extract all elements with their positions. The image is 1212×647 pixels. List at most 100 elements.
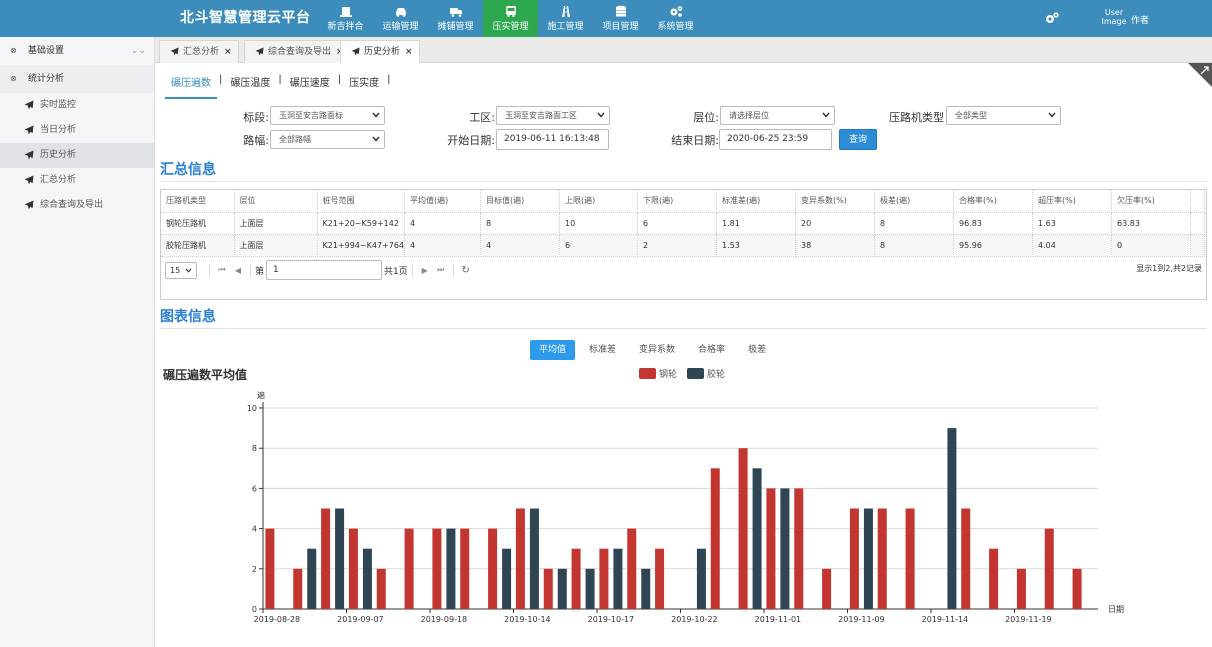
bar-rubber[interactable] bbox=[362, 548, 372, 609]
query-button[interactable]: 查询 bbox=[839, 129, 877, 150]
table-row[interactable]: 钢轮压路机 上面层 K21+20~K59+142 4 8 10 6 1.81 20 8 96.83 1… bbox=[161, 212, 1205, 235]
nav-item-1[interactable]: 新吉拌合 bbox=[318, 0, 373, 37]
column-header[interactable]: 层位 bbox=[234, 190, 318, 213]
end-date-input[interactable]: 2020-06-25 23:59 bbox=[719, 129, 832, 150]
close-icon[interactable]: × bbox=[405, 47, 413, 57]
bar-steel[interactable] bbox=[849, 508, 859, 610]
column-header[interactable]: 变异系数(%) bbox=[795, 190, 875, 213]
bar-steel[interactable] bbox=[1016, 568, 1026, 609]
table-row[interactable]: 胶轮压路机 上面层 K21+994~K47+764 4 4 6 2 1.53 38 8 95.96 4… bbox=[161, 234, 1205, 257]
roller-type-select[interactable]: 全部类型 bbox=[946, 106, 1061, 125]
bar-rubber[interactable] bbox=[641, 568, 651, 609]
bar-steel[interactable] bbox=[655, 548, 665, 609]
bar-steel[interactable] bbox=[738, 448, 748, 609]
bar-steel[interactable] bbox=[599, 548, 609, 609]
nav-item-2[interactable]: 运输管理 bbox=[373, 0, 428, 37]
column-header[interactable]: 极差(遍) bbox=[874, 190, 954, 213]
user-avatar[interactable]: User Image bbox=[1101, 8, 1127, 26]
bar-steel[interactable] bbox=[376, 568, 386, 609]
start-date-input[interactable]: 2019-06-11 16:13:48 bbox=[496, 129, 609, 150]
bar-steel[interactable] bbox=[877, 508, 887, 610]
sidebar-item-2[interactable]: 当日分析 bbox=[0, 118, 154, 143]
subtab-3[interactable]: 碾压速度 bbox=[284, 71, 336, 97]
bar-steel[interactable] bbox=[265, 528, 275, 609]
column-header[interactable]: 压路机类型 bbox=[161, 190, 235, 213]
first-page-icon[interactable]: ⏮ bbox=[214, 265, 230, 275]
bar-rubber[interactable] bbox=[585, 568, 595, 609]
subtab-2[interactable]: 碾压温度 bbox=[224, 71, 276, 97]
bar-steel[interactable] bbox=[404, 528, 414, 609]
bar-rubber[interactable] bbox=[752, 468, 762, 609]
bar-rubber[interactable] bbox=[502, 548, 512, 609]
nav-item-3[interactable]: 摊铺管理 bbox=[428, 0, 483, 37]
bar-rubber[interactable] bbox=[529, 508, 539, 610]
bar-steel[interactable] bbox=[321, 508, 331, 610]
nav-item-7[interactable]: 系统管理 bbox=[648, 0, 703, 37]
bar-steel[interactable] bbox=[488, 528, 498, 609]
subtab-4[interactable]: 压实度 bbox=[343, 71, 385, 97]
bar-steel[interactable] bbox=[571, 548, 581, 609]
sidebar-item-4[interactable]: 汇总分析 bbox=[0, 168, 154, 193]
page-size-select[interactable]: 15 bbox=[165, 261, 197, 279]
bar-rubber[interactable] bbox=[696, 548, 706, 609]
column-header[interactable]: 标准差(遍) bbox=[716, 190, 796, 213]
bar-rubber[interactable] bbox=[947, 428, 957, 609]
bar-steel[interactable] bbox=[460, 528, 470, 609]
bar-steel[interactable] bbox=[961, 508, 971, 610]
bar-steel[interactable] bbox=[627, 528, 637, 609]
bar-steel[interactable] bbox=[515, 508, 525, 610]
area-select[interactable]: 玉洞至安吉路面工区 bbox=[496, 106, 610, 125]
column-header[interactable]: 超压率(%) bbox=[1032, 190, 1112, 213]
sidebar-item-1[interactable]: 实时监控 bbox=[0, 93, 154, 118]
chart-tab-4[interactable]: 合格率 bbox=[689, 340, 734, 360]
bar-steel[interactable] bbox=[293, 568, 303, 609]
bar-rubber[interactable] bbox=[446, 528, 456, 609]
close-icon[interactable]: × bbox=[224, 47, 232, 57]
chart-tab-3[interactable]: 变异系数 bbox=[630, 340, 684, 360]
page-number-input[interactable]: 1 bbox=[266, 260, 383, 280]
bar-steel[interactable] bbox=[794, 488, 804, 609]
sidebar-group-basic-settings[interactable]: ⊗ 基础设置 ⌄⌄ bbox=[0, 37, 154, 65]
column-header[interactable]: 上限(遍) bbox=[559, 190, 638, 213]
next-page-icon[interactable]: ▶ bbox=[417, 266, 433, 275]
bar-steel[interactable] bbox=[710, 468, 720, 609]
column-header[interactable]: 平均值(遍) bbox=[404, 190, 481, 213]
prev-page-icon[interactable]: ◀ bbox=[230, 266, 246, 275]
bar-rubber[interactable] bbox=[335, 508, 345, 610]
column-header[interactable]: 下限(遍) bbox=[637, 190, 717, 213]
bar-rubber[interactable] bbox=[557, 568, 567, 609]
bar-steel[interactable] bbox=[766, 488, 776, 609]
nav-item-4[interactable]: 压实管理 bbox=[483, 0, 538, 37]
bar-steel[interactable] bbox=[348, 528, 358, 609]
user-name[interactable]: 作者 bbox=[1131, 13, 1149, 26]
section-select[interactable]: 玉洞至安吉路面标 bbox=[270, 106, 385, 125]
page-tab-3[interactable]: 历史分析 × bbox=[340, 40, 420, 64]
column-header[interactable]: 合格率(%) bbox=[953, 190, 1033, 213]
chart-tab-1[interactable]: 平均值 bbox=[530, 340, 576, 360]
settings-gear-icon[interactable] bbox=[1044, 11, 1060, 25]
bar-steel[interactable] bbox=[1044, 528, 1054, 609]
bar-steel[interactable] bbox=[989, 548, 999, 609]
nav-item-6[interactable]: 项目管理 bbox=[593, 0, 648, 37]
bar-steel[interactable] bbox=[1072, 568, 1082, 609]
bar-rubber[interactable] bbox=[780, 488, 790, 609]
last-page-icon[interactable]: ⏭ bbox=[433, 265, 449, 275]
bar-rubber[interactable] bbox=[613, 548, 623, 609]
nav-item-5[interactable]: 施工管理 bbox=[538, 0, 593, 37]
subtab-1[interactable]: 碾压遍数 bbox=[165, 71, 217, 99]
bar-steel[interactable] bbox=[432, 528, 442, 609]
bar-steel[interactable] bbox=[905, 508, 915, 610]
bar-rubber[interactable] bbox=[307, 548, 317, 609]
page-tab-2[interactable]: 综合查询及导出× bbox=[244, 40, 351, 63]
sidebar-group-statistics[interactable]: ⊗ 统计分析 bbox=[0, 65, 154, 93]
column-header[interactable]: 欠压率(%) bbox=[1111, 190, 1191, 213]
legend-item[interactable]: 胶轮 bbox=[687, 367, 725, 380]
layer-select[interactable]: 请选择层位 bbox=[720, 106, 835, 125]
page-tab-1[interactable]: 汇总分析 × bbox=[159, 40, 239, 63]
bar-steel[interactable] bbox=[543, 568, 553, 609]
column-header[interactable]: 目标值(遍) bbox=[480, 190, 560, 213]
chart-tab-5[interactable]: 极差 bbox=[739, 340, 775, 360]
column-header[interactable]: 桩号范围 bbox=[317, 190, 405, 213]
width-select[interactable]: 全部路幅 bbox=[270, 130, 385, 149]
sidebar-item-5[interactable]: 综合查询及导出 bbox=[0, 193, 154, 218]
